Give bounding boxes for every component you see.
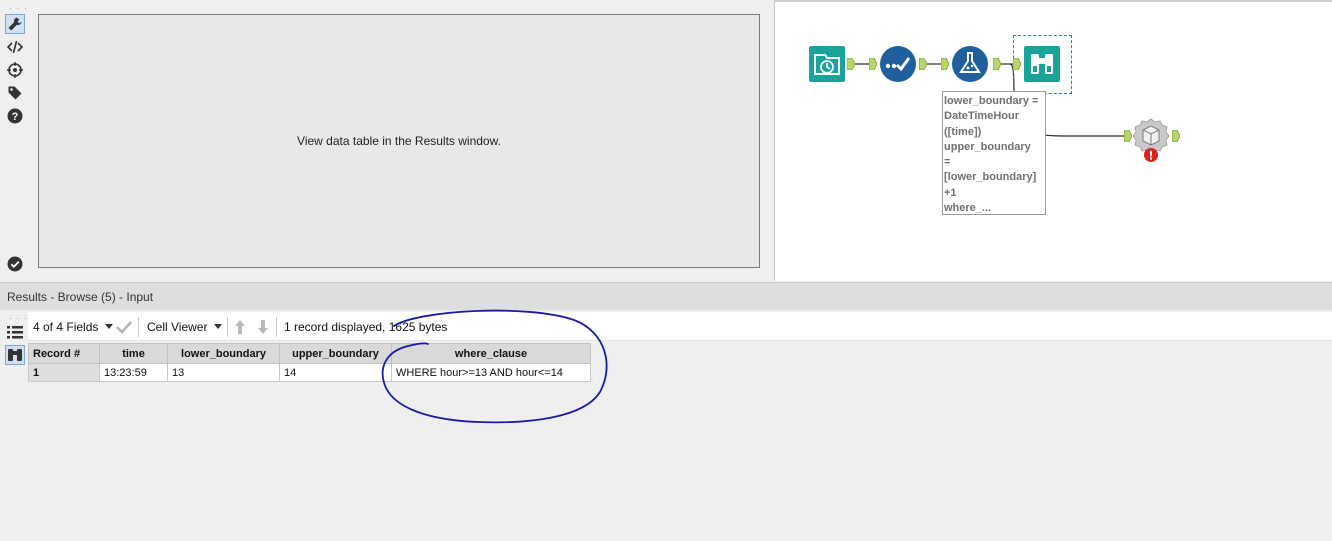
results-title-bar[interactable]: Results - Browse (5) - Input <box>0 282 1332 310</box>
column-header-time[interactable]: time <box>99 343 168 364</box>
output-anchor[interactable] <box>1171 129 1181 143</box>
binoculars-icon[interactable] <box>5 345 25 365</box>
annotation-line: = <box>944 156 951 169</box>
annotation-line: upper_boundary <box>944 140 1031 153</box>
results-side-toolbar: · · · <box>0 311 28 541</box>
formula-annotation: lower_boundary = DateTimeHour ([time]) u… <box>942 91 1046 215</box>
cell-where-clause[interactable]: WHERE hour>=13 AND hour<=14 <box>391 363 591 382</box>
sort-down-button[interactable] <box>257 312 269 341</box>
column-header-lower-boundary[interactable]: lower_boundary <box>167 343 280 364</box>
fields-selector[interactable]: 4 of 4 Fields <box>33 312 114 341</box>
toolbar-divider <box>227 317 228 337</box>
cell-viewer-selector[interactable]: Cell Viewer <box>147 312 223 341</box>
apply-check-icon[interactable] <box>5 254 25 274</box>
cell-record-number[interactable]: 1 <box>28 363 100 382</box>
arrow-up-icon <box>235 319 245 334</box>
annotation-line: +1 <box>944 186 957 199</box>
select-icon <box>880 46 916 82</box>
list-icon[interactable] <box>5 322 25 342</box>
apply-check-button[interactable] <box>116 312 132 341</box>
svg-text:?: ? <box>12 111 19 123</box>
input-anchor[interactable] <box>1123 129 1133 143</box>
results-table: Record # time lower_boundary upper_bound… <box>28 343 591 382</box>
annotation-line: where_... <box>944 202 992 215</box>
column-header-upper-boundary[interactable]: upper_boundary <box>279 343 392 364</box>
column-header-where-clause[interactable]: where_clause <box>391 343 591 364</box>
browse-icon <box>1024 46 1060 82</box>
config-side-toolbar: · · · ? <box>0 0 30 282</box>
output-anchor[interactable] <box>992 57 1002 71</box>
check-icon <box>116 320 132 334</box>
column-header-record[interactable]: Record # <box>28 343 100 364</box>
chevron-down-icon <box>105 324 114 329</box>
browse-tool[interactable] <box>1024 46 1060 82</box>
toolbar-grip[interactable]: · · · <box>9 4 28 13</box>
toolbar-divider <box>138 317 139 337</box>
output-anchor[interactable] <box>918 57 928 71</box>
output-anchor[interactable] <box>846 57 856 71</box>
cell-time[interactable]: 13:23:59 <box>99 363 168 382</box>
results-title: Results - Browse (5) - Input <box>7 289 154 304</box>
results-window-message: View data table in the Results window. <box>297 134 501 148</box>
fields-selector-label: 4 of 4 Fields <box>33 319 99 334</box>
arrow-down-icon <box>258 319 268 334</box>
formula-icon <box>952 46 988 82</box>
annotation-line: lower_boundary = <box>944 95 1039 107</box>
browse-config-panel: View data table in the Results window. <box>38 14 760 268</box>
formula-tool[interactable] <box>952 46 988 82</box>
table-header-row: Record # time lower_boundary upper_bound… <box>28 343 591 364</box>
input-anchor[interactable] <box>1012 57 1022 71</box>
error-icon[interactable] <box>1144 148 1158 162</box>
sort-up-button[interactable] <box>234 312 246 341</box>
target-icon[interactable] <box>5 60 25 80</box>
record-info: 1 record displayed, 1625 bytes <box>284 312 447 341</box>
select-tool[interactable] <box>880 46 916 82</box>
input-data-icon <box>809 46 845 82</box>
annotation-line: [lower_boundary] <box>944 171 1037 184</box>
cell-viewer-label: Cell Viewer <box>147 319 208 334</box>
annotation-line: DateTimeHour <box>944 110 1019 123</box>
input-anchor[interactable] <box>868 57 878 71</box>
record-info-text: 1 record displayed, 1625 bytes <box>284 319 448 334</box>
toolbar-divider <box>276 317 277 337</box>
table-row[interactable]: 1 13:23:59 13 14 WHERE hour>=13 AND hour… <box>28 363 591 382</box>
input-anchor[interactable] <box>940 57 950 71</box>
tag-icon[interactable] <box>5 83 25 103</box>
results-toolbar: 4 of 4 Fields Cell Viewer 1 record displ… <box>28 312 1332 341</box>
annotation-line: ([time]) <box>944 125 982 138</box>
help-icon[interactable]: ? <box>5 106 25 126</box>
chevron-down-icon <box>214 324 223 329</box>
cell-lower-boundary[interactable]: 13 <box>167 363 280 382</box>
wrench-icon[interactable] <box>5 14 25 34</box>
input-data-tool[interactable] <box>809 46 845 82</box>
cell-upper-boundary[interactable]: 14 <box>279 363 392 382</box>
code-icon[interactable] <box>5 37 25 57</box>
